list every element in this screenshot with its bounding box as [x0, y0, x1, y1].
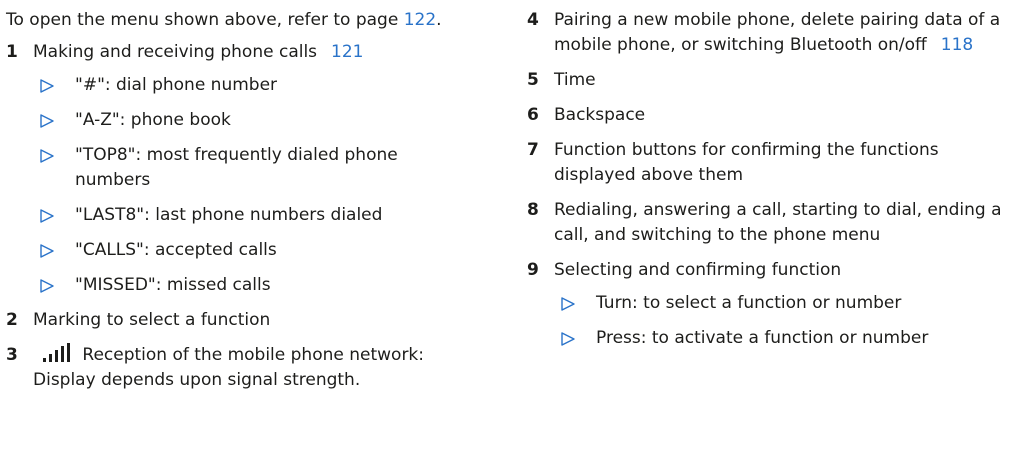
item-number: 9 — [527, 260, 539, 280]
list-item-1: 1 Making and receiving phone calls 121 "#… — [6, 40, 476, 298]
sublist-text: "TOP8": most frequently dialed phone num… — [75, 145, 398, 190]
item-number: 3 — [6, 345, 18, 365]
item-text: Function buttons for confirming the func… — [554, 140, 939, 185]
sublist-text: Turn: to select a function or number — [596, 293, 902, 313]
triangle-bullet-icon — [40, 209, 54, 223]
list-item-6: 6 Backspace — [527, 103, 1012, 128]
page-link-122[interactable]: 122 — [404, 10, 436, 30]
intro-period: . — [436, 10, 442, 30]
list-item-8: 8 Redialing, answering a call, starting … — [527, 198, 1012, 248]
sublist-item: "LAST8": last phone numbers dialed — [33, 203, 476, 228]
signal-strength-icon — [43, 343, 70, 362]
item-number: 7 — [527, 140, 539, 160]
sublist-item: "CALLS": accepted calls — [33, 238, 476, 263]
intro-paragraph: To open the menu shown above, refer to p… — [6, 8, 476, 33]
item-text: Making and receiving phone calls — [33, 42, 318, 62]
triangle-bullet-icon — [561, 332, 575, 346]
sublist-item: "A-Z": phone book — [33, 108, 476, 133]
item-number: 5 — [527, 70, 539, 90]
triangle-bullet-icon — [561, 297, 575, 311]
item-text: Backspace — [554, 105, 646, 125]
triangle-bullet-icon — [40, 79, 54, 93]
triangle-bullet-icon — [40, 149, 54, 163]
sublist-text: "#": dial phone number — [75, 75, 278, 95]
item-number: 8 — [527, 200, 539, 220]
list-item-9: 9 Selecting and confirming function Turn… — [527, 258, 1012, 351]
sublist-item: "TOP8": most frequently dialed phone num… — [33, 143, 476, 193]
sublist-item: "MISSED": missed calls — [33, 273, 476, 298]
page-link-121[interactable]: 121 — [331, 42, 363, 62]
list-item-7: 7 Function buttons for confirming the fu… — [527, 138, 1012, 188]
item-text: Time — [554, 70, 596, 90]
sublist-item: Turn: to select a function or number — [554, 291, 1012, 316]
right-column: 4 Pairing a new mobile phone, delete pai… — [527, 8, 1012, 361]
item-number: 1 — [6, 42, 18, 62]
sublist: Turn: to select a function or number Pre… — [554, 291, 1012, 351]
sublist-text: Press: to activate a function or number — [596, 328, 929, 348]
list-item-4: 4 Pairing a new mobile phone, delete pai… — [527, 8, 1012, 58]
list-item-2: 2 Marking to select a function — [6, 308, 476, 333]
sublist-item: Press: to activate a function or number — [554, 326, 1012, 351]
sublist-text: "MISSED": missed calls — [75, 275, 271, 295]
triangle-bullet-icon — [40, 279, 54, 293]
sublist-text: "CALLS": accepted calls — [75, 240, 277, 260]
sublist: "#": dial phone number "A-Z": phone book… — [33, 73, 476, 298]
triangle-bullet-icon — [40, 244, 54, 258]
item-text: Reception of the mobile phone network: D… — [33, 345, 424, 390]
sublist-item: "#": dial phone number — [33, 73, 476, 98]
item-number: 6 — [527, 105, 539, 125]
item-number: 4 — [527, 10, 539, 30]
sublist-text: "A-Z": phone book — [75, 110, 231, 130]
item-number: 2 — [6, 310, 18, 330]
sublist-text: "LAST8": last phone numbers dialed — [75, 205, 383, 225]
list-item-3: 3 Reception of the mobile phone network:… — [6, 343, 476, 393]
item-text: Selecting and confirming function — [554, 260, 842, 280]
triangle-bullet-icon — [40, 114, 54, 128]
item-text: Pairing a new mobile phone, delete pairi… — [554, 10, 1001, 55]
list-item-5: 5 Time — [527, 68, 1012, 93]
page-link-118[interactable]: 118 — [941, 35, 973, 55]
intro-text: To open the menu shown above, refer to p… — [6, 10, 399, 30]
item-text: Marking to select a function — [33, 310, 271, 330]
item-text: Redialing, answering a call, starting to… — [554, 200, 1002, 245]
left-column: To open the menu shown above, refer to p… — [6, 8, 476, 403]
